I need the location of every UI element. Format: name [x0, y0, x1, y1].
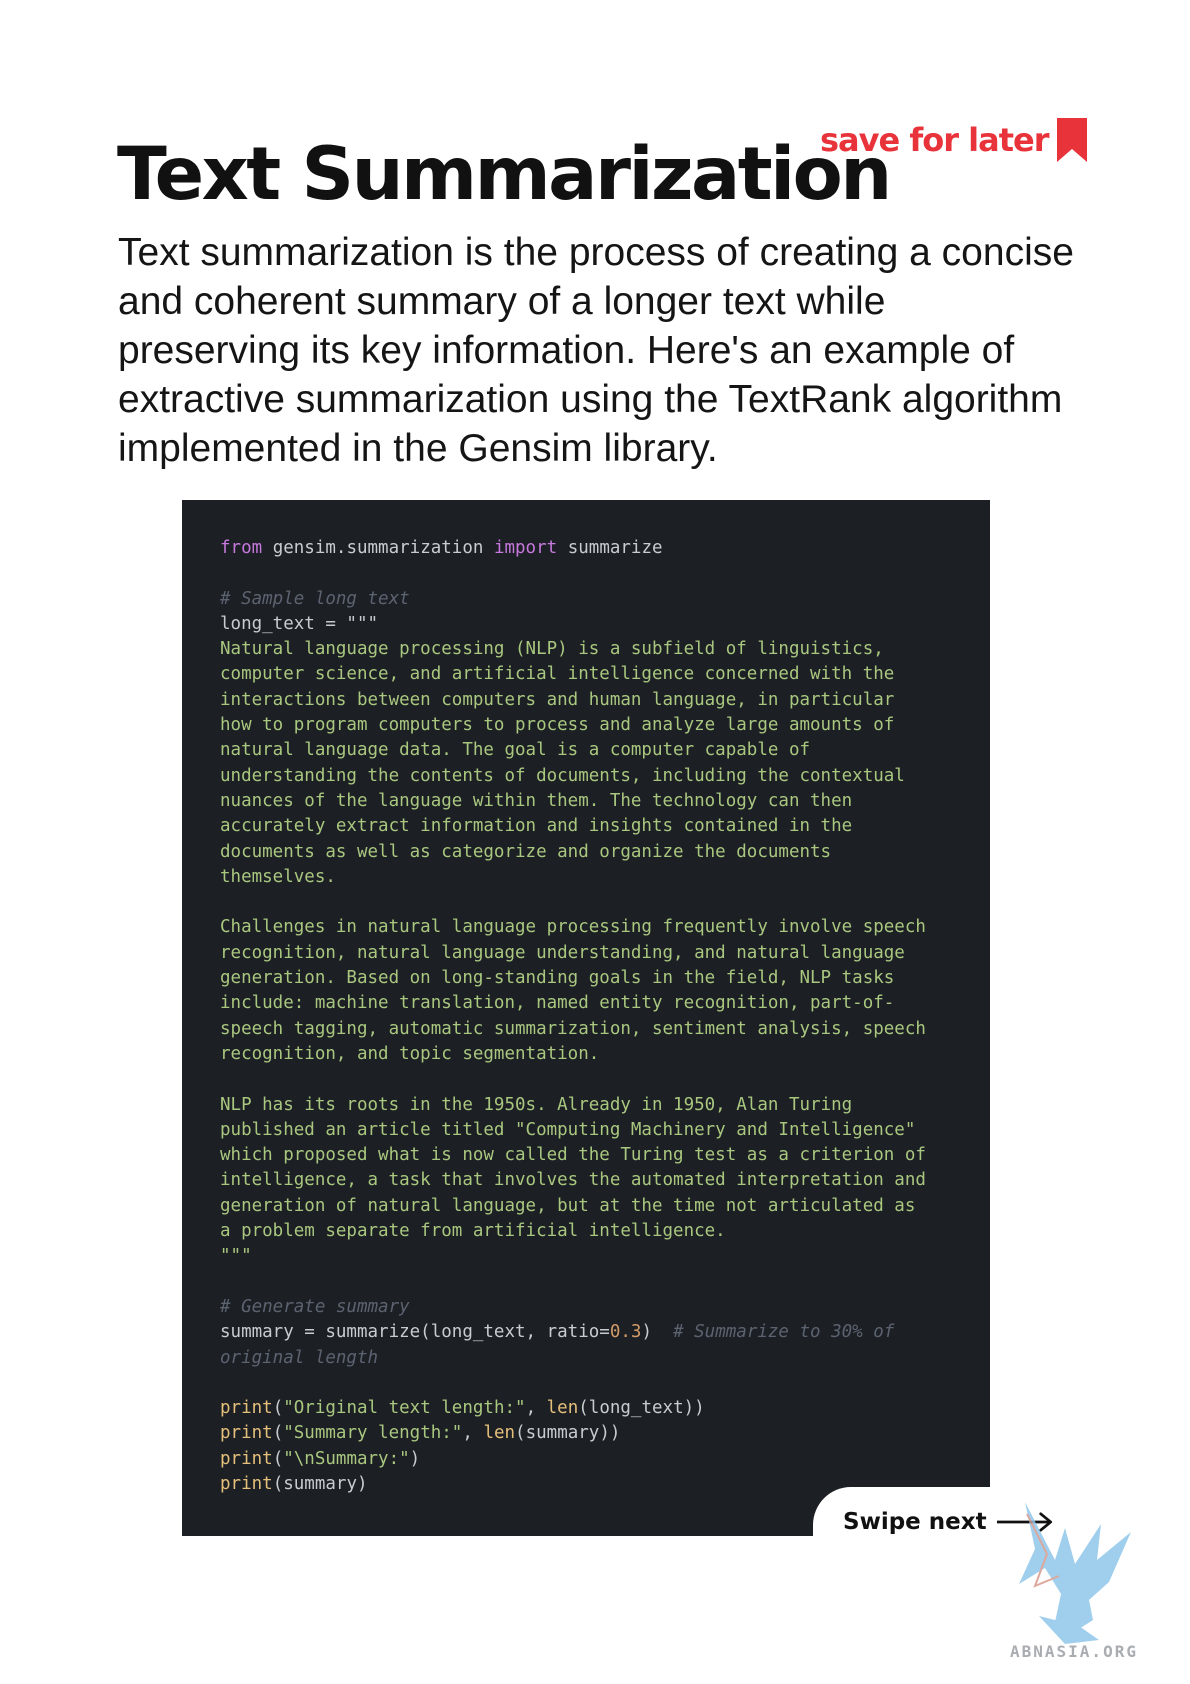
code-text: (summary)	[272, 1473, 368, 1494]
code-block: from gensim.summarization import summari…	[182, 500, 990, 1536]
code-function: print	[220, 1398, 273, 1419]
code-text: (long_text))	[578, 1398, 705, 1419]
code-string: computer science, and artificial intelli…	[220, 664, 895, 685]
intro-paragraph: Text summarization is the process of cre…	[118, 231, 1074, 470]
watermark-text: ABNASIA.ORG	[1010, 1642, 1138, 1661]
save-for-later-badge[interactable]: save for later	[820, 118, 1087, 162]
page-title: Text Summarization	[117, 132, 892, 217]
code-string: speech tagging, automatic summarization,…	[220, 1018, 926, 1039]
save-for-later-label: save for later	[820, 121, 1050, 159]
code-text: gensim.summarization	[262, 538, 494, 558]
code-string: recognition, natural language understand…	[220, 942, 905, 963]
code-comment: # Sample long text	[220, 588, 410, 609]
dragon-logo-icon	[1019, 1502, 1131, 1644]
code-comment: # Summarize to 30% of	[673, 1322, 895, 1343]
code-string: generation. Based on long-standing goals…	[220, 968, 895, 989]
code-comment: # Generate summary	[220, 1296, 410, 1317]
code-string: intelligence, a task that involves the a…	[220, 1170, 926, 1191]
code-string: Natural language processing (NLP) is a s…	[220, 639, 884, 660]
code-text: long_text = """	[220, 613, 379, 634]
bookmark-icon	[1056, 118, 1087, 162]
code-string: generation of natural language, but at t…	[220, 1195, 916, 1216]
code-function: len	[483, 1423, 516, 1444]
code-string: accurately extract information and insig…	[220, 816, 853, 837]
code-string: understanding the contents of documents,…	[220, 765, 905, 786]
code-string: "Summary length:"	[283, 1423, 463, 1444]
code-function: print	[220, 1423, 273, 1444]
code-function: len	[546, 1398, 579, 1419]
code-string: natural language data. The goal is a com…	[220, 740, 811, 761]
code-text: summary = summarize(long_text, ratio=	[220, 1322, 610, 1343]
code-string: """	[220, 1246, 252, 1267]
code-string: recognition, and topic segmentation.	[220, 1043, 600, 1064]
code-string: a problem separate from artificial intel…	[220, 1221, 726, 1242]
code-string: Challenges in natural language processin…	[220, 917, 926, 938]
code-string: "\nSummary:"	[283, 1448, 410, 1469]
code-string: "Original text length:"	[283, 1398, 526, 1419]
code-function: print	[220, 1448, 273, 1469]
code-keyword: from	[220, 538, 263, 558]
code-string: NLP has its roots in the 1950s. Already …	[220, 1094, 853, 1115]
code-string: published an article titled "Computing M…	[220, 1119, 916, 1140]
code-number: 0.3	[609, 1322, 642, 1343]
code-keyword: import	[493, 538, 558, 558]
code-string: which proposed what is now called the Tu…	[220, 1145, 926, 1166]
watermark: ABNASIA.ORG	[1005, 1494, 1175, 1662]
code-content: from gensim.summarization import summari…	[220, 538, 926, 1494]
code-text: )	[641, 1322, 652, 1343]
swipe-next-label: Swipe next	[843, 1509, 987, 1535]
code-string: how to program computers to process and …	[220, 715, 895, 736]
code-text: summarize	[557, 538, 663, 558]
code-string: documents as well as categorize and orga…	[220, 841, 832, 862]
code-string: nuances of the language within them. The…	[220, 790, 853, 811]
code-string: themselves.	[220, 866, 336, 887]
code-string: include: machine translation, named enti…	[220, 993, 895, 1014]
code-text: (summary))	[515, 1423, 621, 1444]
code-string: interactions between computers and human…	[220, 689, 895, 710]
code-function: print	[220, 1473, 273, 1494]
code-comment: original length	[220, 1347, 379, 1368]
